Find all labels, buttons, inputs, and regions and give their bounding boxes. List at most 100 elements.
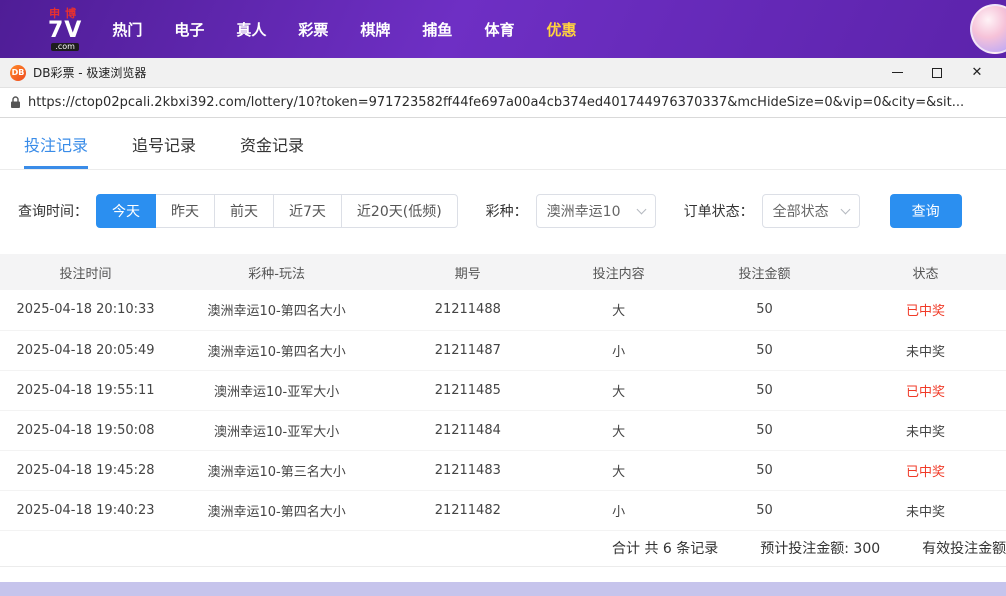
nav-item[interactable]: 棋牌 (360, 19, 390, 40)
summary-total: 合计 共 6 条记录 (612, 538, 718, 558)
chevron-down-icon (840, 204, 850, 214)
table-row: 2025-04-18 19:50:08澳洲幸运10-亚军大小21211484大5… (0, 410, 1006, 450)
cell-time: 2025-04-18 19:55:11 (0, 370, 171, 410)
content-spacer (0, 567, 1006, 583)
cell-issue: 21211483 (382, 450, 553, 490)
url-bar[interactable]: https://ctop02pcali.2kbxi392.com/lottery… (0, 88, 1006, 118)
url-text[interactable]: https://ctop02pcali.2kbxi392.com/lottery… (28, 95, 964, 110)
cell-content: 大 (553, 370, 684, 410)
lottery-select[interactable]: 澳洲幸运10 (536, 194, 656, 228)
nav-item[interactable]: 捕鱼 (422, 19, 452, 40)
cell-game: 澳洲幸运10-亚军大小 (171, 410, 382, 450)
minimize-button[interactable] (884, 62, 910, 84)
cell-time: 2025-04-18 19:50:08 (0, 410, 171, 450)
lock-icon (10, 96, 21, 109)
cell-issue: 21211484 (382, 410, 553, 450)
cell-amount: 50 (684, 290, 845, 330)
tab[interactable]: 投注记录 (24, 118, 88, 169)
nav-item[interactable]: 真人 (236, 19, 266, 40)
minimize-icon (892, 72, 903, 73)
filter-bar: 查询时间： 今天昨天前天近7天近20天(低频) 彩种： 澳洲幸运10 订单状态：… (0, 170, 1006, 254)
cell-content: 大 (553, 450, 684, 490)
status-select[interactable]: 全部状态 (762, 194, 860, 228)
tab[interactable]: 资金记录 (240, 118, 304, 169)
cell-status: 未中奖 (845, 490, 1006, 530)
time-filter-button[interactable]: 近7天 (273, 194, 342, 228)
window-title: DB彩票 - 极速浏览器 (33, 64, 146, 81)
column-header: 期号 (382, 254, 553, 290)
cell-amount: 50 (684, 410, 845, 450)
search-button[interactable]: 查询 (890, 194, 962, 228)
table-row: 2025-04-18 19:40:23澳洲幸运10-第四名大小21211482小… (0, 490, 1006, 530)
status-filter-label: 订单状态： (684, 201, 754, 221)
browser-titlebar: DB DB彩票 - 极速浏览器 ✕ (0, 58, 1006, 88)
time-filter-button[interactable]: 昨天 (155, 194, 215, 228)
time-filter-button[interactable]: 前天 (214, 194, 274, 228)
maximize-icon (932, 68, 942, 78)
time-filter-group: 今天昨天前天近7天近20天(低频) (96, 194, 458, 228)
cell-time: 2025-04-18 20:05:49 (0, 330, 171, 370)
column-header: 投注时间 (0, 254, 171, 290)
cell-game: 澳洲幸运10-第三名大小 (171, 450, 382, 490)
summary-bar: 合计 共 6 条记录 预计投注金额: 300 有效投注金额 (0, 531, 1006, 567)
cell-amount: 50 (684, 370, 845, 410)
main-content: 投注记录追号记录资金记录 查询时间： 今天昨天前天近7天近20天(低频) 彩种：… (0, 118, 1006, 582)
column-header: 投注内容 (553, 254, 684, 290)
site-logo[interactable]: 申博 7V .com (48, 8, 82, 51)
time-filter-button[interactable]: 今天 (96, 194, 156, 228)
maximize-button[interactable] (924, 62, 950, 84)
cell-time: 2025-04-18 20:10:33 (0, 290, 171, 330)
nav-item[interactable]: 热门 (112, 19, 142, 40)
table-body: 2025-04-18 20:10:33澳洲幸运10-第四名大小21211488大… (0, 290, 1006, 530)
time-filter-button[interactable]: 近20天(低频) (341, 194, 458, 228)
column-header: 彩种-玩法 (171, 254, 382, 290)
column-header: 状态 (845, 254, 1006, 290)
cell-issue: 21211488 (382, 290, 553, 330)
cell-content: 大 (553, 410, 684, 450)
cell-amount: 50 (684, 450, 845, 490)
nav-item[interactable]: 彩票 (298, 19, 328, 40)
cell-game: 澳洲幸运10-亚军大小 (171, 370, 382, 410)
table-row: 2025-04-18 19:45:28澳洲幸运10-第三名大小21211483大… (0, 450, 1006, 490)
status-select-value: 全部状态 (773, 201, 829, 221)
cell-game: 澳洲幸运10-第四名大小 (171, 330, 382, 370)
cell-amount: 50 (684, 490, 845, 530)
cell-time: 2025-04-18 19:40:23 (0, 490, 171, 530)
main-nav: 热门 电子 真人 彩票 棋牌 捕鱼 体育 优惠 (112, 19, 576, 40)
records-table: 投注时间彩种-玩法期号投注内容投注金额状态 2025-04-18 20:10:3… (0, 254, 1006, 531)
cell-time: 2025-04-18 19:45:28 (0, 450, 171, 490)
nav-item[interactable]: 体育 (484, 19, 514, 40)
nav-item[interactable]: 优惠 (546, 19, 576, 40)
cell-status: 已中奖 (845, 290, 1006, 330)
close-button[interactable]: ✕ (964, 62, 990, 84)
lottery-select-value: 澳洲幸运10 (547, 201, 621, 221)
bottom-strip (0, 582, 1006, 596)
tab-bar: 投注记录追号记录资金记录 (0, 118, 1006, 170)
cell-amount: 50 (684, 330, 845, 370)
app-icon: DB (10, 65, 26, 81)
cell-status: 已中奖 (845, 370, 1006, 410)
nav-item[interactable]: 电子 (174, 19, 204, 40)
table-row: 2025-04-18 19:55:11澳洲幸运10-亚军大小21211485大5… (0, 370, 1006, 410)
chevron-down-icon (636, 204, 646, 214)
cell-game: 澳洲幸运10-第四名大小 (171, 290, 382, 330)
cell-issue: 21211482 (382, 490, 553, 530)
site-header: 申博 7V .com 热门 电子 真人 彩票 棋牌 捕鱼 体育 优惠 (0, 0, 1006, 58)
window-controls: ✕ (884, 62, 996, 84)
lottery-filter-label: 彩种： (486, 201, 528, 221)
cell-content: 大 (553, 290, 684, 330)
tab[interactable]: 追号记录 (132, 118, 196, 169)
cell-issue: 21211487 (382, 330, 553, 370)
logo-com-text: .com (51, 43, 79, 51)
cell-content: 小 (553, 490, 684, 530)
summary-expected: 预计投注金额: 300 (760, 538, 880, 558)
cell-status: 未中奖 (845, 330, 1006, 370)
cell-issue: 21211485 (382, 370, 553, 410)
cell-status: 未中奖 (845, 410, 1006, 450)
user-avatar[interactable] (970, 4, 1006, 54)
logo-cn-text: 申博 (49, 8, 81, 19)
time-filter-label: 查询时间： (18, 201, 88, 221)
screen: 申博 7V .com 热门 电子 真人 彩票 棋牌 捕鱼 体育 优惠 DB DB彩票 - 极速… (0, 0, 1006, 596)
cell-content: 小 (553, 330, 684, 370)
summary-valid: 有效投注金额 (922, 538, 1006, 558)
